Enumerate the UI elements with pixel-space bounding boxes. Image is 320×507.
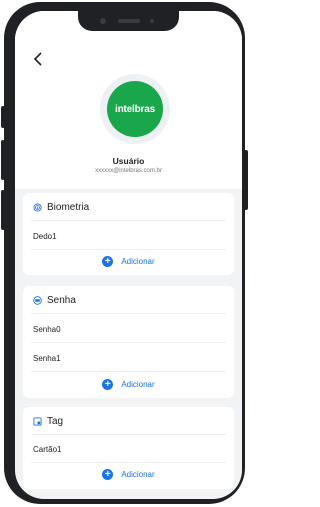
divider [31, 371, 226, 372]
divider [31, 220, 226, 221]
add-label: Adicionar [121, 470, 155, 479]
notch [78, 11, 179, 31]
section-header: Senha [33, 293, 76, 307]
camera-icon [100, 18, 106, 24]
add-tag-button[interactable]: + Adicionar [23, 469, 234, 480]
add-senha-button[interactable]: + Adicionar [23, 379, 234, 390]
divider [31, 313, 226, 314]
user-email: xxxxxx@intelbras.com.br [95, 168, 162, 174]
divider [31, 249, 226, 250]
chevron-left-icon [33, 52, 42, 66]
add-label: Adicionar [121, 380, 155, 389]
brand-logo-text: intelbras [115, 103, 155, 115]
app-screen: intelbras Usuário xxxxxx@intelbras.com.b… [15, 11, 242, 499]
fingerprint-icon [33, 202, 42, 212]
divider [31, 342, 226, 343]
plus-circle-icon: + [102, 256, 114, 267]
section-title: Biometria [47, 201, 90, 213]
add-label: Adicionar [121, 257, 155, 266]
list-item[interactable]: Dedo1 [33, 232, 57, 241]
password-icon [33, 295, 42, 305]
user-name: Usuário [112, 156, 145, 166]
section-title: Senha [47, 294, 76, 306]
plus-circle-icon: + [102, 469, 114, 480]
section-title: Tag [47, 415, 64, 427]
tag-icon [33, 416, 42, 426]
divider [31, 434, 226, 435]
section-header: Tag [33, 414, 63, 428]
list-item[interactable]: Senha1 [33, 354, 61, 363]
speaker-grille [118, 19, 140, 23]
divider [31, 462, 226, 463]
back-button[interactable] [33, 51, 43, 69]
sensor-icon [150, 19, 154, 23]
brand-logo: intelbras [107, 81, 163, 137]
list-item[interactable]: Senha0 [33, 325, 61, 334]
phone-frame: intelbras Usuário xxxxxx@intelbras.com.b… [4, 2, 245, 504]
section-biometria: Biometria Dedo1 + Adicionar [23, 193, 234, 275]
section-senha: Senha Senha0 Senha1 + Adicionar [23, 286, 234, 398]
list-item[interactable]: Cartão1 [33, 445, 61, 454]
section-tag: Tag Cartão1 + Adicionar [23, 407, 234, 489]
section-header: Biometria [33, 200, 89, 214]
add-biometria-button[interactable]: + Adicionar [23, 256, 234, 267]
plus-circle-icon: + [102, 379, 114, 390]
